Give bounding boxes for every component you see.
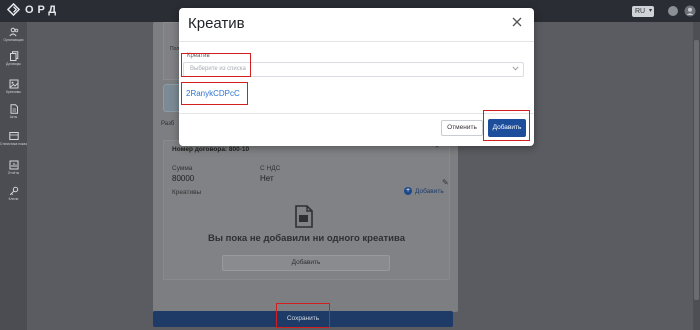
user-icon[interactable] (684, 5, 696, 17)
select-label: Креатив (187, 53, 210, 59)
save-button[interactable]: Сохранить (153, 311, 453, 327)
logo[interactable]: ОРД (7, 3, 60, 16)
add-button[interactable]: Добавить (488, 119, 526, 137)
sidebar-item-label: Креативы (6, 90, 21, 94)
stats-icon (8, 132, 19, 140)
language-select[interactable]: RU ▾ (632, 6, 654, 17)
image-icon (9, 79, 18, 89)
empty-state-text: Вы пока не добавили ни одного креатива (207, 233, 406, 244)
empty-document-icon (295, 205, 313, 228)
close-icon[interactable] (511, 16, 523, 28)
sum-label: Сумма (172, 165, 193, 172)
sidebar-item-label: Акты (9, 115, 18, 119)
select-placeholder: Выберите из списка (190, 66, 246, 72)
sidebar-item-statistics[interactable]: Статистика показов (0, 131, 31, 146)
sidebar (0, 22, 27, 330)
vat-value: Нет (260, 174, 274, 183)
key-icon (9, 186, 18, 196)
creatives-label: Креативы (172, 189, 202, 196)
sidebar-item-creatives[interactable]: Креативы (0, 79, 27, 94)
sidebar-item-organizations[interactable]: Организации (0, 27, 27, 42)
sidebar-item-label: Организации (3, 38, 24, 42)
creative-option[interactable]: 2RanykCDPcC (186, 89, 240, 98)
chevron-down-icon: ▾ (648, 8, 652, 14)
chevron-down-icon (512, 66, 519, 71)
add-creative-link[interactable]: + Добавить (404, 187, 444, 195)
sum-value: 80000 (172, 174, 195, 183)
sidebar-item-label: Отчёты (7, 171, 20, 175)
report-icon (9, 160, 18, 170)
field-label-small: Пол (170, 46, 180, 52)
chevron-up-icon[interactable]: ⌃ (434, 145, 440, 153)
modal-title: Креатив (188, 15, 245, 32)
vat-label: С НДС (260, 165, 281, 172)
add-creative-label: Добавить (415, 187, 444, 195)
file-icon (10, 104, 18, 114)
empty-add-button[interactable]: Добавить (222, 255, 390, 271)
contract-title: Номер договора: 800-10 (172, 146, 250, 153)
documents-icon (9, 51, 18, 61)
logo-icon (7, 3, 20, 16)
sidebar-item-acts[interactable]: Акты (0, 104, 27, 119)
modal-divider (179, 41, 534, 42)
users-icon (8, 27, 18, 37)
cancel-button[interactable]: Отменить (441, 120, 483, 136)
pencil-icon[interactable]: ✎ (442, 178, 449, 187)
sidebar-item-reports[interactable]: Отчёты (0, 160, 27, 175)
sidebar-item-label: Договоры (6, 62, 21, 66)
scrollbar-thumb[interactable] (694, 40, 699, 300)
sidebar-item-contracts[interactable]: Договоры (0, 51, 27, 66)
plus-icon: + (404, 187, 412, 195)
sidebar-item-keys[interactable]: Ключи (0, 186, 27, 201)
language-value: RU (635, 8, 646, 15)
sidebar-item-label: Ключи (8, 197, 19, 201)
avatar[interactable] (668, 6, 678, 16)
sidebar-item-label: Статистика показов (0, 142, 31, 146)
modal-divider (179, 113, 534, 114)
section-label: Разб (161, 121, 175, 127)
logo-text: ОРД (25, 3, 61, 16)
